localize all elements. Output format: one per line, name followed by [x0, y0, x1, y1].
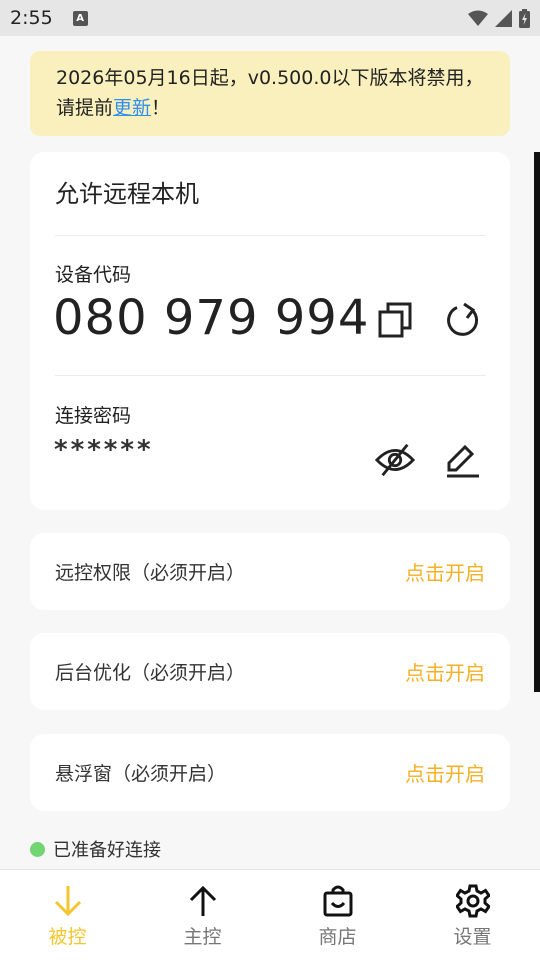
battery-icon	[519, 8, 530, 28]
enable-background-button[interactable]: 点击开启	[405, 657, 485, 686]
password-label: 连接密码	[55, 405, 132, 427]
notification-a-icon: A	[72, 10, 88, 26]
banner-text-end: ！	[151, 97, 171, 119]
tab-controller[interactable]: 主控	[135, 870, 270, 960]
update-banner: 2026年05月16日起，v0.500.0以下版本将禁用，请提前更新！	[30, 51, 510, 136]
status-icons	[468, 8, 530, 28]
password-value: ******	[54, 435, 154, 465]
status-bar: 2:55 A	[0, 0, 540, 36]
eye-off-icon	[375, 443, 415, 477]
remote-access-card: 允许远程本机 设备代码 080 979 994 连接密码 ******	[30, 152, 510, 510]
pencil-icon	[447, 444, 479, 478]
shopping-bag-icon	[323, 885, 352, 917]
enable-remote-button[interactable]: 点击开启	[405, 557, 485, 586]
status-text: 已准备好连接	[53, 840, 161, 861]
toggle-password-button[interactable]	[375, 440, 415, 480]
card-title: 允许远程本机	[55, 180, 199, 208]
tab-store[interactable]: 商店	[270, 870, 405, 960]
tab-label: 设置	[453, 926, 492, 948]
divider	[55, 375, 486, 376]
copy-button[interactable]	[376, 300, 416, 340]
arrow-up-icon	[189, 885, 216, 916]
tab-label: 主控	[183, 926, 222, 948]
wifi-icon	[468, 10, 488, 26]
device-code: 080 979 994	[53, 290, 370, 346]
tab-label: 商店	[318, 926, 357, 948]
arrow-down-icon	[54, 886, 81, 917]
divider	[55, 235, 486, 236]
enable-overlay-button[interactable]: 点击开启	[405, 758, 485, 787]
permission-row-background[interactable]: 后台优化（必须开启） 点击开启	[30, 633, 510, 710]
tab-settings[interactable]: 设置	[405, 870, 540, 960]
signal-icon	[495, 9, 512, 27]
refresh-button[interactable]	[443, 300, 483, 340]
device-code-label: 设备代码	[55, 264, 132, 286]
permission-row-overlay[interactable]: 悬浮窗（必须开启） 点击开启	[30, 734, 510, 811]
permission-label: 悬浮窗（必须开启）	[55, 763, 227, 785]
status-time: 2:55	[10, 7, 53, 29]
permission-row-remote[interactable]: 远控权限（必须开启） 点击开启	[30, 533, 510, 610]
connection-status: 已准备好连接	[30, 836, 161, 862]
scrollbar[interactable]	[534, 152, 540, 692]
tab-label: 被控	[48, 926, 87, 948]
edit-password-button[interactable]	[443, 440, 483, 480]
refresh-icon	[447, 302, 479, 336]
status-dot	[30, 841, 45, 857]
update-link[interactable]: 更新	[113, 97, 151, 119]
permission-label: 远控权限（必须开启）	[55, 562, 246, 584]
bottom-tab-bar: 被控 主控 商店 设置	[0, 869, 540, 960]
gear-icon	[455, 884, 490, 918]
permission-label: 后台优化（必须开启）	[55, 662, 246, 684]
tab-controlled[interactable]: 被控	[0, 870, 135, 960]
copy-icon	[378, 302, 412, 338]
